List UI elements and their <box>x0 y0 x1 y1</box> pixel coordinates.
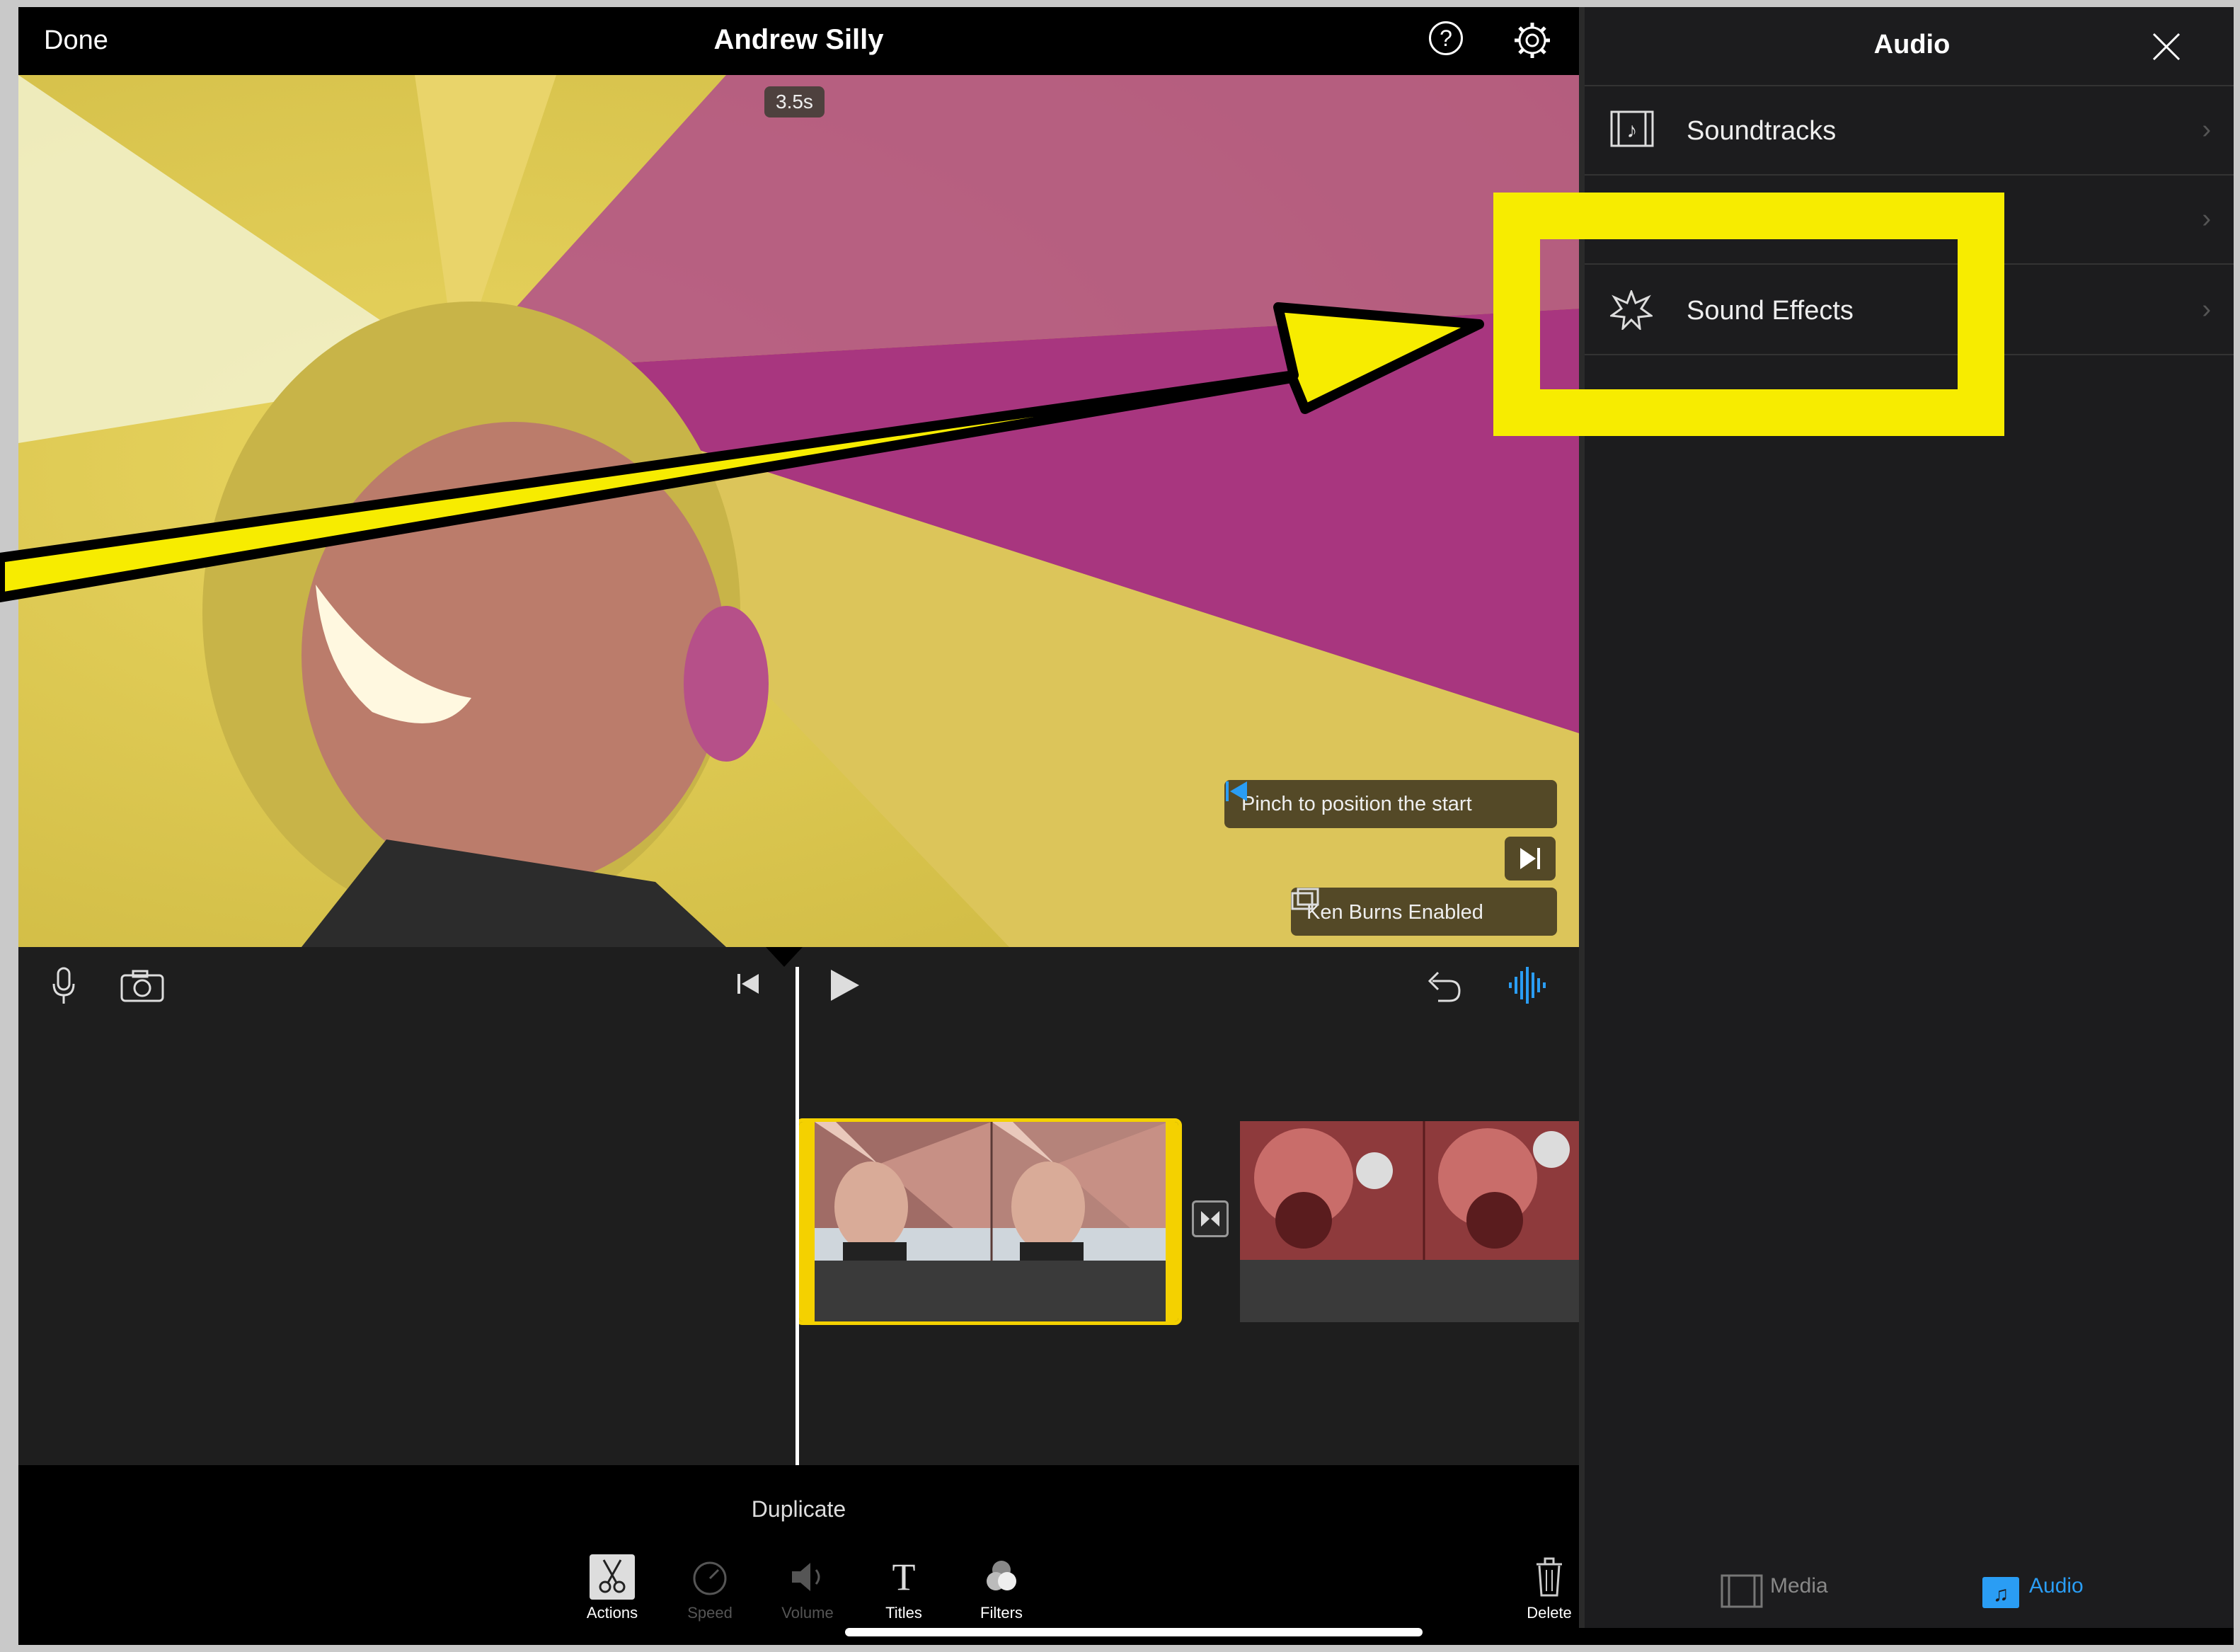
annotation-arrow-icon <box>0 302 1484 602</box>
